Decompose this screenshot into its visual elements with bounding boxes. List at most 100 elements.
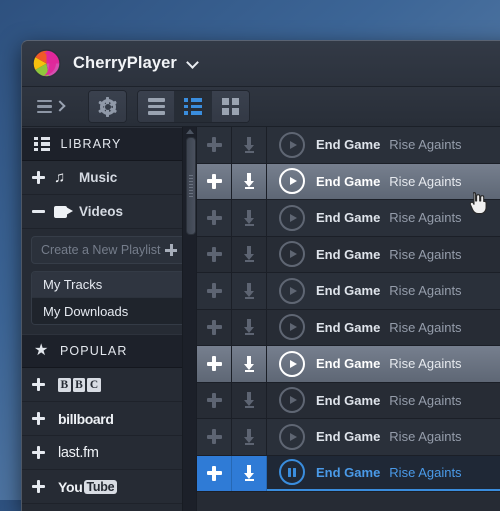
download-button[interactable] (232, 273, 267, 309)
play-icon[interactable] (279, 132, 305, 158)
download-icon (244, 356, 255, 372)
sidebar-scrollbar[interactable] (182, 127, 196, 511)
play-icon[interactable] (279, 278, 305, 304)
youtube-logo: YouTube (58, 479, 117, 495)
library-icon (34, 137, 50, 152)
plus-icon[interactable] (165, 244, 177, 256)
plus-icon[interactable] (32, 412, 45, 425)
add-to-playlist-button[interactable] (197, 346, 232, 382)
pause-icon[interactable] (279, 459, 305, 485)
track-info[interactable]: End Game Rise Againts (267, 419, 500, 455)
plus-icon[interactable] (32, 480, 45, 493)
play-icon[interactable] (279, 205, 305, 231)
add-to-playlist-button[interactable] (197, 310, 232, 346)
create-playlist-row[interactable]: Create a New Playlist (31, 236, 187, 264)
view-rows-button[interactable] (138, 91, 175, 122)
gear-icon (100, 99, 116, 115)
track-artist: Rise Againts (389, 465, 461, 480)
sidebar-item-videos[interactable]: Videos (22, 195, 196, 229)
plus-icon[interactable] (32, 378, 45, 391)
scrollbar-thumb[interactable] (186, 137, 196, 235)
track-info[interactable]: End GameRise Againts (267, 164, 500, 200)
chevron-right-icon (56, 102, 65, 111)
download-button[interactable] (232, 310, 267, 346)
lastfm-logo: last.fm (58, 445, 99, 461)
track-row[interactable]: End GameRise Againts (197, 127, 500, 164)
download-button[interactable] (232, 346, 267, 382)
add-to-playlist-button[interactable] (197, 200, 232, 236)
view-grid-button[interactable] (212, 91, 249, 122)
play-icon[interactable] (279, 424, 305, 450)
track-row[interactable]: End GameRise Againts (197, 346, 500, 383)
track-info[interactable]: End GameRise Againts (267, 200, 500, 236)
sidebar-item-youtube[interactable]: YouTube (22, 470, 196, 504)
sidebar-toggle-button[interactable] (30, 94, 72, 120)
plus-icon (207, 393, 222, 408)
play-icon[interactable] (279, 351, 305, 377)
download-button[interactable] (232, 164, 267, 200)
download-button[interactable] (232, 237, 267, 273)
sidebar-item-lastfm[interactable]: last.fm (22, 436, 196, 470)
main-body: LIBRARY ♫ Music Videos Create a N (22, 127, 500, 511)
add-to-playlist-button[interactable] (197, 127, 232, 163)
plus-icon[interactable] (32, 171, 45, 184)
track-info[interactable]: End GameRise Againts (267, 273, 500, 309)
billboard-logo: billboard (58, 411, 114, 427)
add-to-playlist-button[interactable] (197, 164, 232, 200)
track-row[interactable]: End GameRise Againts (197, 200, 500, 237)
track-info[interactable]: End GameRise Againts (267, 237, 500, 273)
track-row[interactable]: End Game Rise Againts (197, 456, 500, 493)
download-button[interactable] (232, 200, 267, 236)
plus-icon[interactable] (32, 446, 45, 459)
track-row[interactable]: End GameRise Againts (197, 237, 500, 274)
track-list: End Game Rise Againts End Game Rise Againts… (197, 127, 500, 511)
track-row[interactable]: End Game Rise Againts (197, 419, 500, 456)
play-icon[interactable] (279, 168, 305, 194)
track-info[interactable]: End GameRise Againts (267, 346, 500, 382)
hamburger-icon (37, 100, 52, 114)
scrollbar-grip (189, 175, 193, 197)
track-artist: Rise Againts (389, 174, 461, 189)
sidebar-item-billboard[interactable]: billboard (22, 402, 196, 436)
add-to-playlist-button[interactable] (197, 273, 232, 309)
track-title: End Game (316, 210, 380, 225)
cherryplayer-window: CherryPlayer (21, 40, 500, 511)
download-button[interactable] (232, 127, 267, 163)
desktop-background: CherryPlayer (0, 0, 500, 500)
add-to-playlist-button[interactable] (197, 383, 232, 419)
sidebar-section-library[interactable]: LIBRARY (22, 127, 196, 161)
track-row[interactable]: End GameRise Againts (197, 383, 500, 420)
track-artist: Rise Againts (389, 429, 461, 444)
track-row[interactable]: End GameRise Againts (197, 310, 500, 347)
track-info[interactable]: End GameRise Againts (267, 383, 500, 419)
chevron-down-icon[interactable] (187, 57, 200, 70)
playlist-panel: Create a New Playlist My Tracks My Downl… (22, 229, 196, 325)
play-icon[interactable] (279, 387, 305, 413)
download-button[interactable] (232, 383, 267, 419)
playlist-item-my-tracks[interactable]: My Tracks (32, 272, 186, 298)
add-to-playlist-button[interactable] (197, 237, 232, 273)
track-info[interactable]: End GameRise Againts (267, 127, 500, 163)
sidebar-item-music[interactable]: ♫ Music (22, 161, 196, 195)
add-to-playlist-button[interactable] (197, 456, 232, 492)
track-row[interactable]: End GameRise Againts (197, 164, 500, 201)
sidebar-item-bbc[interactable]: BBC (22, 368, 196, 402)
view-list-button[interactable] (175, 91, 212, 122)
playlist-item-my-downloads[interactable]: My Downloads (32, 298, 186, 324)
download-button[interactable] (232, 419, 267, 455)
download-button[interactable] (232, 456, 267, 492)
track-info[interactable]: End Game Rise Againts (267, 456, 500, 492)
play-icon[interactable] (279, 241, 305, 267)
track-row[interactable]: End GameRise Againts (197, 273, 500, 310)
track-title: End Game (316, 137, 380, 152)
add-to-playlist-button[interactable] (197, 419, 232, 455)
track-title: End Game (316, 465, 380, 480)
track-title: End Game (316, 283, 380, 298)
sidebar-section-popular[interactable]: ★ POPULAR (22, 334, 196, 368)
minus-icon[interactable] (32, 205, 45, 218)
play-icon[interactable] (279, 314, 305, 340)
track-info[interactable]: End GameRise Againts (267, 310, 500, 346)
track-title: End Game (316, 429, 380, 444)
scroll-up-arrow[interactable] (183, 127, 196, 135)
settings-button[interactable] (89, 91, 126, 122)
